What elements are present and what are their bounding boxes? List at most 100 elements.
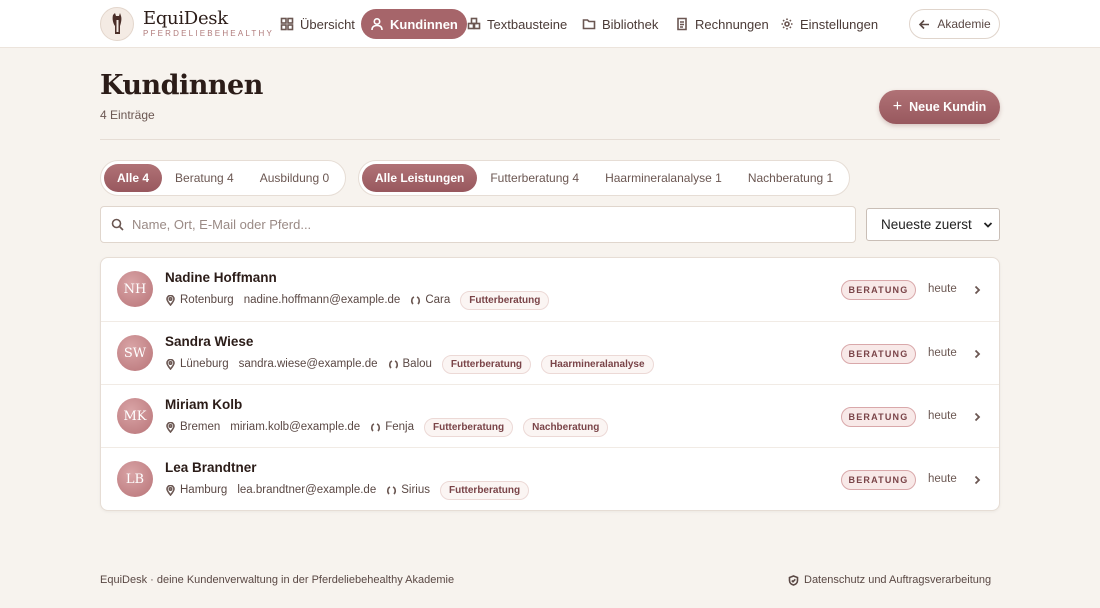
privacy-link[interactable]: Datenschutz und Auftragsverarbeitung	[788, 574, 991, 586]
avatar: NH	[117, 271, 153, 307]
document-icon	[677, 17, 687, 31]
customer-name: Lea Brandtner	[165, 460, 257, 475]
nav-label: Kundinnen	[390, 16, 458, 32]
search-input[interactable]	[132, 217, 832, 232]
filter-ausbildung[interactable]: Ausbildung 0	[247, 164, 342, 192]
chevron-right-icon[interactable]	[971, 283, 983, 295]
horse: Cara	[410, 294, 450, 306]
customer-name: Miriam Kolb	[165, 397, 243, 412]
horse-name: Fenja	[385, 421, 414, 433]
customer-city: Rotenburg	[180, 294, 234, 306]
filter-alle[interactable]: Alle 4	[104, 164, 163, 192]
brand-tagline: PFERDELIEBEHEALTHY	[143, 29, 275, 38]
avatar: SW	[117, 335, 153, 371]
arrow-left-icon	[919, 19, 930, 29]
users-icon	[371, 17, 383, 31]
avatar: MK	[117, 398, 153, 434]
chevron-right-icon[interactable]	[971, 347, 983, 359]
nav-item-uebersicht[interactable]: Übersicht	[271, 9, 364, 39]
status-badge: BERATUNG	[841, 407, 916, 427]
akademie-label: Akademie	[937, 17, 991, 31]
customer-email: lea.brandtner@example.de	[237, 484, 377, 496]
new-customer-label: Neue Kundin	[909, 100, 987, 114]
map-pin-icon	[166, 358, 175, 370]
nav-item-kundinnen[interactable]: Kundinnen	[361, 9, 467, 39]
location: Lüneburg	[165, 358, 229, 370]
nav-item-rechnungen[interactable]: Rechnungen	[666, 9, 778, 39]
customer-meta: Rotenburg nadine.hoffmann@example.de Car…	[165, 290, 550, 310]
customer-list: NH Nadine Hoffmann Rotenburg nadine.hoff…	[100, 257, 1000, 511]
service-tag: Nachberatung	[523, 417, 609, 437]
new-customer-button[interactable]: + Neue Kundin	[879, 90, 1000, 124]
customer-city: Lüneburg	[180, 358, 229, 370]
nav-label: Bibliothek	[602, 16, 659, 32]
brand-logo[interactable]	[100, 7, 134, 41]
search-box	[100, 206, 856, 243]
horseshoe-icon	[371, 422, 381, 432]
service-tag: Haarmineralanalyse	[541, 354, 654, 374]
grid-icon	[280, 17, 294, 31]
horse: Sirius	[386, 484, 430, 496]
folder-icon	[582, 19, 596, 30]
map-pin-icon	[166, 294, 175, 306]
customer-city: Hamburg	[180, 484, 228, 496]
filter-beratung[interactable]: Beratung 4	[162, 164, 247, 192]
nav-item-bibliothek[interactable]: Bibliothek	[573, 9, 667, 39]
service-tag: Futterberatung	[439, 480, 530, 500]
chevron-right-icon[interactable]	[971, 410, 983, 422]
top-bar: EquiDesk PFERDELIEBEHEALTHY Übersicht Ku…	[0, 0, 1100, 48]
akademie-back-button[interactable]: Akademie	[909, 9, 1000, 39]
horseshoe-icon	[388, 359, 398, 369]
horse: Fenja	[370, 421, 414, 433]
updated-label: heute	[928, 410, 957, 422]
updated-label: heute	[928, 347, 957, 359]
type-filter-group: Alle 4 Beratung 4 Ausbildung 0	[100, 160, 347, 196]
footer-text: EquiDesk · deine Kundenverwaltung in der…	[100, 574, 455, 586]
filter-nachberatung[interactable]: Nachberatung 1	[735, 164, 846, 192]
gear-icon	[781, 18, 793, 30]
shield-check-icon	[788, 574, 799, 586]
service-filter-group: Alle Leistungen Futterberatung 4 Haarmin…	[358, 160, 851, 196]
customer-email: miriam.kolb@example.de	[230, 421, 361, 433]
nav-label: Übersicht	[300, 16, 355, 32]
blocks-icon	[467, 17, 481, 30]
customer-row[interactable]: NH Nadine Hoffmann Rotenburg nadine.hoff…	[101, 258, 999, 321]
updated-label: heute	[928, 283, 957, 295]
horse-name: Sirius	[401, 484, 430, 496]
search-icon	[111, 218, 124, 231]
brand-name: EquiDesk	[143, 8, 228, 29]
filter-alle-leistungen[interactable]: Alle Leistungen	[362, 164, 478, 192]
filter-futterberatung[interactable]: Futterberatung 4	[477, 164, 592, 192]
avatar: LB	[117, 461, 153, 497]
status-badge: BERATUNG	[841, 470, 916, 490]
nav-item-textbausteine[interactable]: Textbausteine	[458, 9, 576, 39]
chevron-right-icon[interactable]	[971, 473, 983, 485]
updated-label: heute	[928, 473, 957, 485]
customer-name: Nadine Hoffmann	[165, 270, 277, 285]
nav-item-einstellungen[interactable]: Einstellungen	[771, 9, 887, 39]
status-badge: BERATUNG	[841, 344, 916, 364]
horse-name: Balou	[402, 358, 432, 370]
customer-meta: Hamburg lea.brandtner@example.de Sirius …	[165, 480, 530, 500]
filter-haarmineralanalyse[interactable]: Haarmineralanalyse 1	[592, 164, 735, 192]
horseshoe-icon	[411, 295, 421, 305]
plus-icon: +	[892, 98, 903, 115]
customer-row[interactable]: LB Lea Brandtner Hamburg lea.brandtner@e…	[101, 447, 999, 510]
header-divider	[100, 139, 1000, 140]
status-badge: BERATUNG	[841, 280, 916, 300]
location: Hamburg	[165, 484, 227, 496]
customer-row[interactable]: SW Sandra Wiese Lüneburg sandra.wiese@ex…	[101, 321, 999, 384]
customer-email: sandra.wiese@example.de	[238, 358, 378, 370]
chevron-down-icon	[983, 221, 993, 228]
nav-label: Rechnungen	[695, 16, 769, 32]
sort-select[interactable]: Neueste zuerst	[866, 208, 1000, 241]
service-tag: Futterberatung	[441, 354, 532, 374]
nav-label: Textbausteine	[487, 16, 568, 32]
customer-row[interactable]: MK Miriam Kolb Bremen miriam.kolb@exampl…	[101, 384, 999, 447]
location: Rotenburg	[165, 294, 234, 306]
map-pin-icon	[166, 484, 175, 496]
customer-city: Bremen	[180, 421, 221, 433]
nav-label: Einstellungen	[800, 16, 879, 32]
page-title: Kundinnen	[100, 70, 263, 101]
map-pin-icon	[166, 421, 175, 433]
